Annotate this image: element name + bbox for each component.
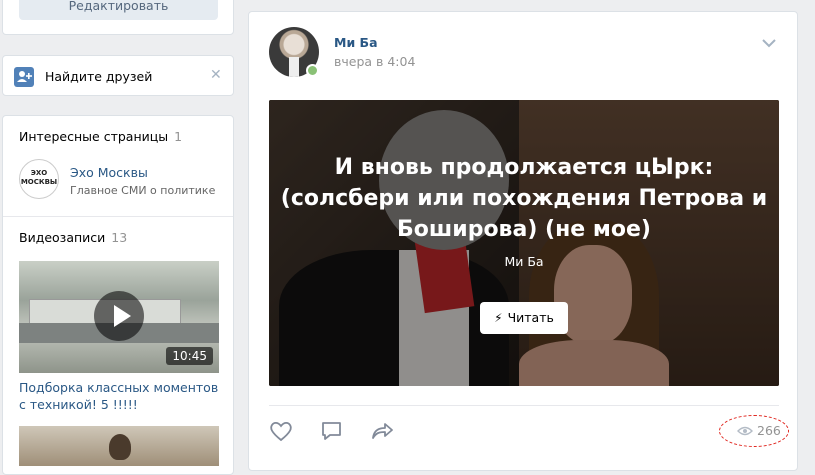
article-title[interactable]: И вновь продолжается цЫрк: (солсбери или… [279,152,769,245]
page-link-echo-moskvy[interactable]: Эхо Москвы [70,165,148,180]
interesting-pages-count: 1 [174,129,183,144]
videos-title: Видеозаписи [19,230,106,245]
chevron-down-icon[interactable] [762,36,776,48]
close-icon[interactable]: ✕ [210,67,222,83]
find-friends-block[interactable]: Найдите друзей ✕ [2,55,234,96]
add-friend-icon [14,67,34,87]
video-thumbnail-2[interactable] [19,426,219,466]
article-card[interactable]: И вновь продолжается цЫрк: (солсбери или… [269,100,779,386]
interesting-pages-header[interactable]: Интересные страницы 1 [19,129,182,144]
video-thumbnail[interactable]: 10:45 [19,261,219,373]
sidebar-blocks: Интересные страницы 1 ЭХО МОСКВЫ Эхо Моск… [2,115,234,475]
read-article-button[interactable]: ⚡ Читать [480,302,568,334]
find-friends-label[interactable]: Найдите друзей [45,69,152,84]
divider [269,405,779,406]
comment-icon[interactable] [320,420,344,442]
video-duration: 10:45 [166,347,213,365]
play-icon[interactable] [94,291,144,341]
annotation-circle [719,415,789,447]
wall-post: Ми Ба вчера в 4:04 И вновь продолжается … [248,11,798,471]
online-indicator [306,64,319,77]
video-title-link[interactable]: Подборка классных моментов с техникой! 5… [19,379,224,413]
article-author: Ми Ба [504,254,544,269]
divider [3,216,233,217]
page-description: Главное СМИ о политике [70,184,216,197]
lightning-icon: ⚡ [494,311,503,325]
echo-moskvy-logo[interactable]: ЭХО МОСКВЫ [19,159,59,199]
videos-header[interactable]: Видеозаписи 13 [19,230,127,245]
post-timestamp[interactable]: вчера в 4:04 [334,54,415,69]
videos-count: 13 [111,230,128,245]
post-author-name[interactable]: Ми Ба [334,35,378,50]
video-scene-person [109,434,131,460]
read-button-label: Читать [507,310,554,325]
share-icon[interactable] [370,420,394,442]
profile-edit-card: Редактировать [2,0,234,35]
edit-profile-button[interactable]: Редактировать [19,0,218,20]
interesting-pages-title: Интересные страницы [19,129,169,144]
heart-icon[interactable] [269,420,293,442]
